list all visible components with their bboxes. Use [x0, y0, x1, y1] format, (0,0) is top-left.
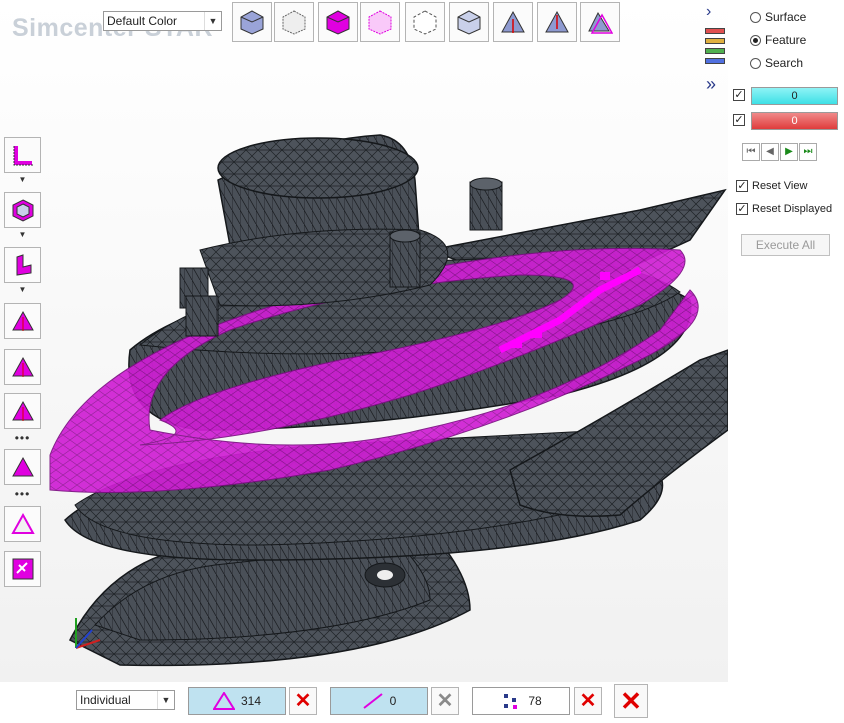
chevron-right-icon[interactable]: › — [706, 3, 722, 21]
option-feature[interactable]: Feature — [750, 31, 806, 49]
reset-view-row[interactable]: ✓ Reset View — [736, 180, 807, 192]
playback-controls: ⏮ ◀ ▶ ⏭ — [742, 143, 817, 161]
reset-displayed-checkbox[interactable]: ✓ — [736, 203, 748, 215]
triangle-arrows-icon — [11, 310, 34, 331]
clear-edges-button[interactable]: ✕ — [431, 687, 459, 715]
bar2-checkbox[interactable]: ✓ — [733, 114, 745, 126]
reset-displayed-label: Reset Displayed — [752, 203, 833, 215]
color-mode-value: Default Color — [107, 14, 178, 28]
face-select-icon — [16, 254, 31, 276]
cube-magenta-shaded-icon — [326, 10, 350, 35]
prev-frame-button[interactable]: ◀ — [761, 143, 779, 161]
bar1-checkbox[interactable]: ✓ — [733, 89, 745, 101]
display-wire-button[interactable] — [274, 2, 314, 42]
triangle-pair-icon — [588, 11, 613, 34]
more-tools-dots[interactable]: ••• — [4, 488, 41, 502]
select-region-button[interactable] — [4, 192, 41, 228]
triangle-normal-button[interactable] — [493, 2, 533, 42]
triangle-arrows-icon — [11, 356, 34, 377]
display-outline-button[interactable] — [449, 2, 489, 42]
red-value-bar[interactable]: 0 — [751, 112, 838, 130]
faces-count-field[interactable]: 314 — [188, 687, 286, 715]
triangle-magenta-button[interactable] — [4, 449, 41, 485]
cube-wireframe-icon — [282, 10, 306, 35]
select-region-dropdown[interactable]: ▼ — [4, 229, 41, 241]
vertices-icon — [504, 694, 518, 709]
clear-faces-button[interactable]: ✕ — [289, 687, 317, 715]
chevron-down-icon: ▼ — [157, 691, 174, 709]
reset-displayed-row[interactable]: ✓ Reset Displayed — [736, 203, 832, 215]
last-frame-button[interactable]: ⏭ — [799, 143, 817, 161]
option-search[interactable]: Search — [750, 54, 803, 72]
3d-viewport[interactable]: Simcenter STAR — [0, 0, 728, 682]
option-surface-label: Surface — [765, 10, 807, 24]
link-edit-button[interactable] — [4, 551, 41, 587]
triangle-flip-button[interactable] — [537, 2, 577, 42]
radio-feature[interactable] — [750, 34, 761, 46]
select-face-button[interactable] — [4, 247, 41, 283]
close-all-icon: ✕ — [620, 686, 642, 716]
triangle-tool-3-button[interactable] — [4, 393, 41, 429]
reset-view-label: Reset View — [752, 180, 808, 192]
option-surface[interactable]: Surface — [750, 8, 806, 26]
triangle-outline-button[interactable] — [4, 506, 41, 542]
selection-mode-value: Individual — [80, 693, 131, 707]
display-magenta-wire-button[interactable] — [360, 2, 400, 42]
triangle-magenta-icon — [11, 456, 34, 477]
cube-outline-icon — [457, 10, 481, 35]
option-search-label: Search — [765, 56, 804, 70]
radio-search[interactable] — [750, 57, 761, 69]
triangle-normal-icon — [501, 10, 525, 33]
cube-magenta-wireframe-icon — [368, 10, 392, 35]
vertices-count: 78 — [528, 694, 542, 708]
triangle-tool-1-button[interactable] — [4, 303, 41, 339]
vertices-count-field[interactable]: 78 — [472, 687, 570, 715]
double-chevron-right-icon[interactable]: » — [706, 74, 724, 94]
axis-triad-icon — [75, 618, 101, 649]
radio-surface[interactable] — [750, 11, 761, 23]
faces-count: 314 — [240, 694, 262, 708]
close-icon: ✕ — [294, 690, 312, 712]
triangle-flip-icon — [545, 10, 569, 33]
first-frame-button[interactable]: ⏮ — [742, 143, 760, 161]
selection-mode-select[interactable]: Individual ▼ — [76, 690, 175, 710]
edge-line-icon — [363, 693, 383, 709]
pick-part-button[interactable] — [4, 137, 41, 173]
clear-vertices-button[interactable]: ✕ — [574, 687, 602, 715]
mesh-model[interactable] — [0, 0, 728, 682]
display-dashed-button[interactable] — [405, 2, 445, 42]
cube-shaded-icon — [240, 10, 264, 35]
display-shaded-button[interactable] — [232, 2, 272, 42]
next-frame-button[interactable]: ▶ — [780, 143, 798, 161]
display-magenta-button[interactable] — [318, 2, 358, 42]
select-face-dropdown[interactable]: ▼ — [4, 284, 41, 296]
triangle-outline-icon — [10, 512, 35, 534]
cube-dashed-icon — [413, 10, 437, 35]
triangle-face-icon — [212, 692, 235, 710]
color-mode-select[interactable]: Default Color ▼ — [103, 11, 222, 31]
l-shape-icon — [13, 146, 33, 166]
reset-view-checkbox[interactable]: ✓ — [736, 180, 748, 192]
edges-count-field[interactable]: 0 — [330, 687, 428, 715]
more-tools-dots[interactable]: ••• — [4, 432, 41, 446]
cyan-value-bar[interactable]: 0 — [751, 87, 838, 105]
pick-part-dropdown[interactable]: ▼ — [4, 174, 41, 186]
link-edit-icon — [12, 558, 33, 580]
chevron-down-icon: ▼ — [204, 12, 221, 30]
clear-all-button[interactable]: ✕ — [614, 684, 648, 718]
color-legend-icon[interactable] — [705, 28, 725, 68]
triangle-tool-2-button[interactable] — [4, 349, 41, 385]
edges-count: 0 — [389, 694, 397, 708]
execute-all-button[interactable]: Execute All — [741, 234, 830, 256]
box-select-icon — [12, 199, 33, 222]
close-icon: ✕ — [436, 690, 454, 712]
option-feature-label: Feature — [765, 33, 807, 47]
triangle-arrows-icon — [11, 400, 34, 421]
close-icon: ✕ — [579, 690, 597, 712]
triangle-pair-button[interactable] — [580, 2, 620, 42]
